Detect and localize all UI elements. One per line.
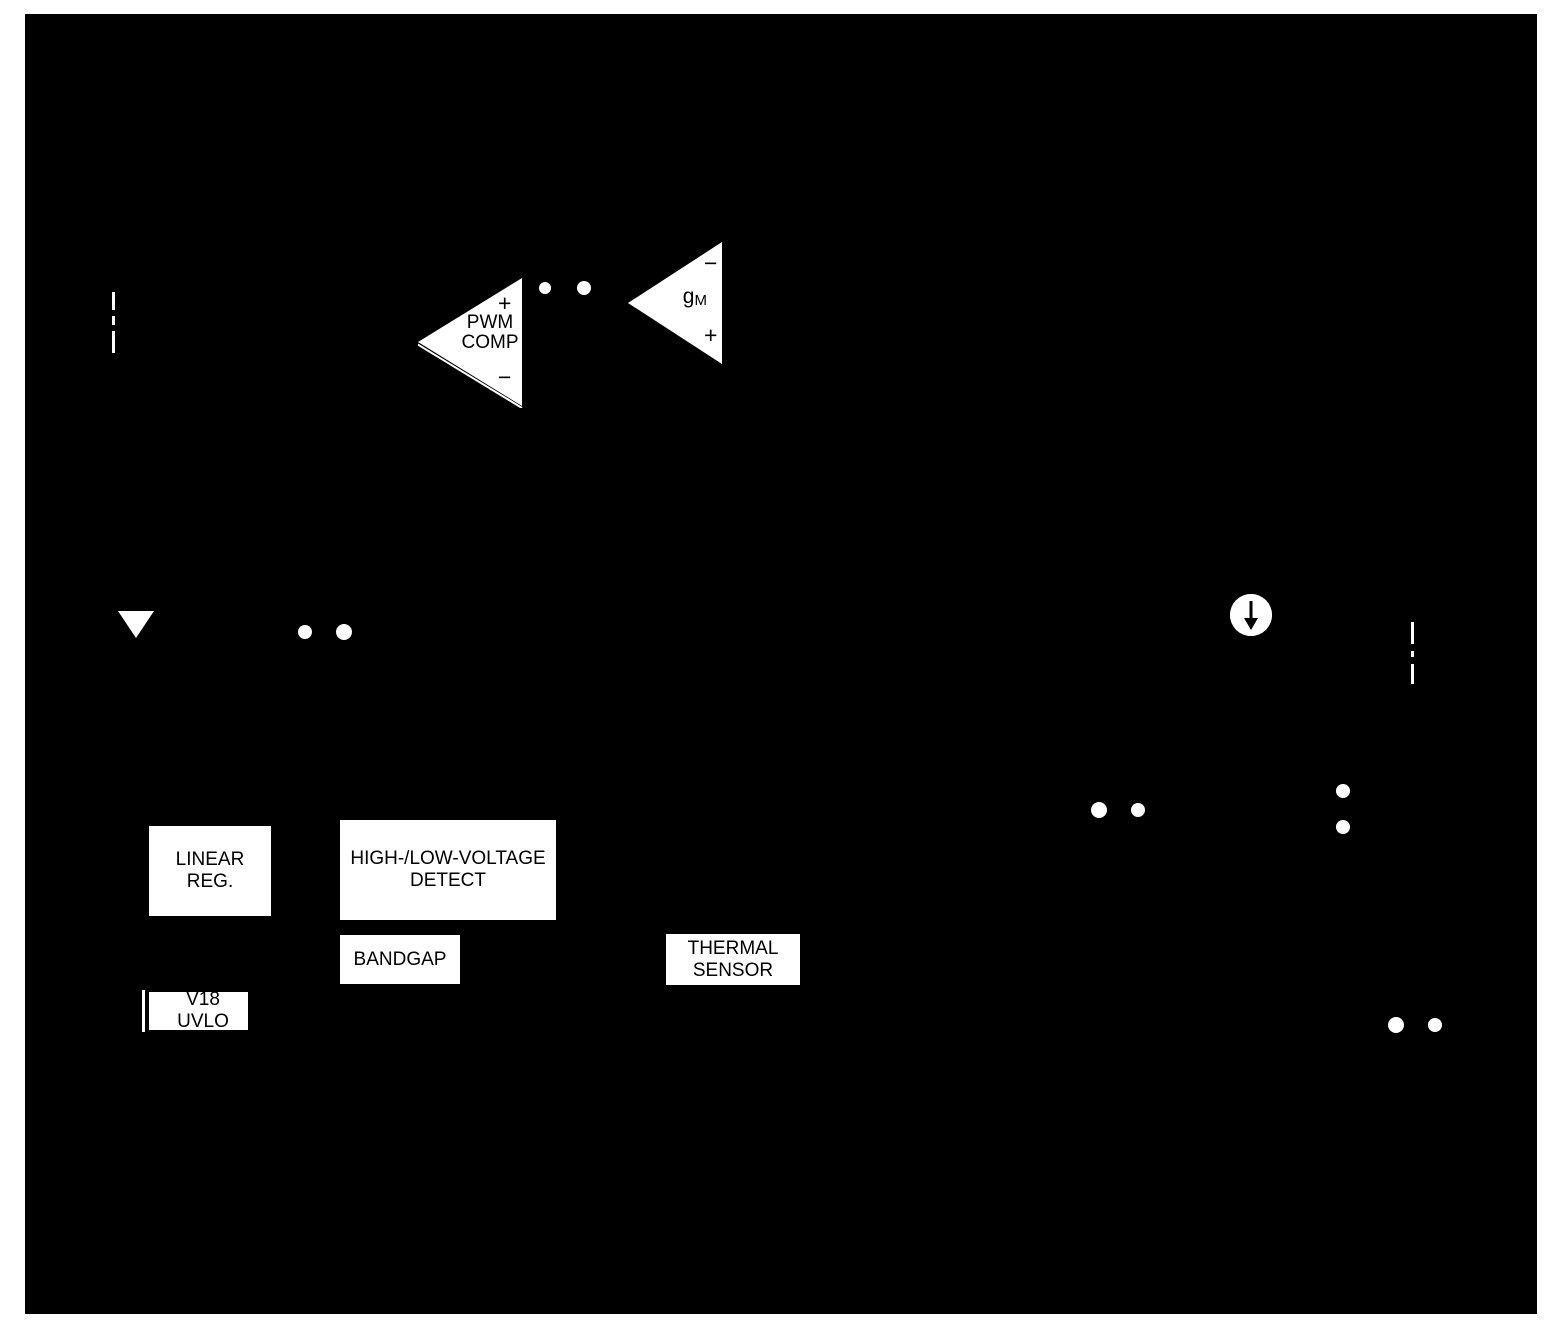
gm-amplifier-label: gM [669, 285, 721, 309]
block-v18-uvlo: V18 UVLO [149, 989, 248, 1032]
dashed-line-segment [112, 316, 115, 325]
block-bandgap-label: BANDGAP [353, 948, 447, 970]
junction-dot [298, 625, 312, 639]
current-source-icon [1230, 594, 1272, 636]
junction-dot [1336, 784, 1350, 798]
junction-dot [336, 624, 352, 640]
junction-dot [539, 282, 551, 294]
dashed-line-segment [1411, 664, 1414, 684]
junction-dot [1336, 820, 1350, 834]
pwm-comparator-minus-pin: − [498, 364, 512, 390]
junction-dot [1388, 1017, 1404, 1033]
gm-amplifier-symbol-text: g [682, 285, 695, 308]
block-bandgap: BANDGAP [340, 935, 460, 984]
block-thermal-sensor: THERMAL SENSOR [666, 934, 800, 985]
block-linear-reg-line1: LINEAR [175, 849, 245, 871]
junction-dot [1131, 803, 1145, 817]
diagram-plate: LINEAR REG. HIGH-/LOW-VOLTAGE DETECT BAN… [25, 14, 1537, 1314]
block-v18-uvlo-label: V18 UVLO [177, 989, 229, 1032]
junction-dot [577, 281, 591, 295]
gm-amplifier-plus-pin: + [704, 322, 718, 348]
junction-dot [1428, 1018, 1442, 1032]
block-linear-reg: LINEAR REG. [149, 826, 271, 916]
pwm-comparator-label: PWM COMP [457, 313, 523, 353]
block-thermal-line1: THERMAL [687, 937, 779, 959]
v18-uvlo-tick-mark [142, 990, 145, 1032]
block-hlv-detect-line2: DETECT [410, 870, 486, 891]
junction-dot [1091, 802, 1107, 818]
block-thermal-line2: SENSOR [692, 959, 774, 981]
gm-amplifier-minus-pin: − [704, 250, 718, 276]
dashed-line-segment [112, 292, 115, 310]
dashed-line-segment [1411, 622, 1414, 644]
diagram-canvas: LINEAR REG. HIGH-/LOW-VOLTAGE DETECT BAN… [0, 0, 1556, 1334]
pwm-comparator-plus-pin: + [498, 290, 512, 316]
block-linear-reg-line2: REG. [186, 871, 234, 892]
block-hlv-detect-line1: HIGH-/LOW-VOLTAGE [350, 848, 546, 870]
ground-triangle-icon [118, 611, 154, 638]
dashed-line-segment [1411, 651, 1414, 657]
gm-amplifier-subscript: M [694, 292, 708, 309]
block-high-low-voltage-detect: HIGH-/LOW-VOLTAGE DETECT [340, 820, 556, 920]
dashed-line-segment [112, 331, 115, 353]
pwm-comparator-line2: COMP [461, 331, 519, 353]
